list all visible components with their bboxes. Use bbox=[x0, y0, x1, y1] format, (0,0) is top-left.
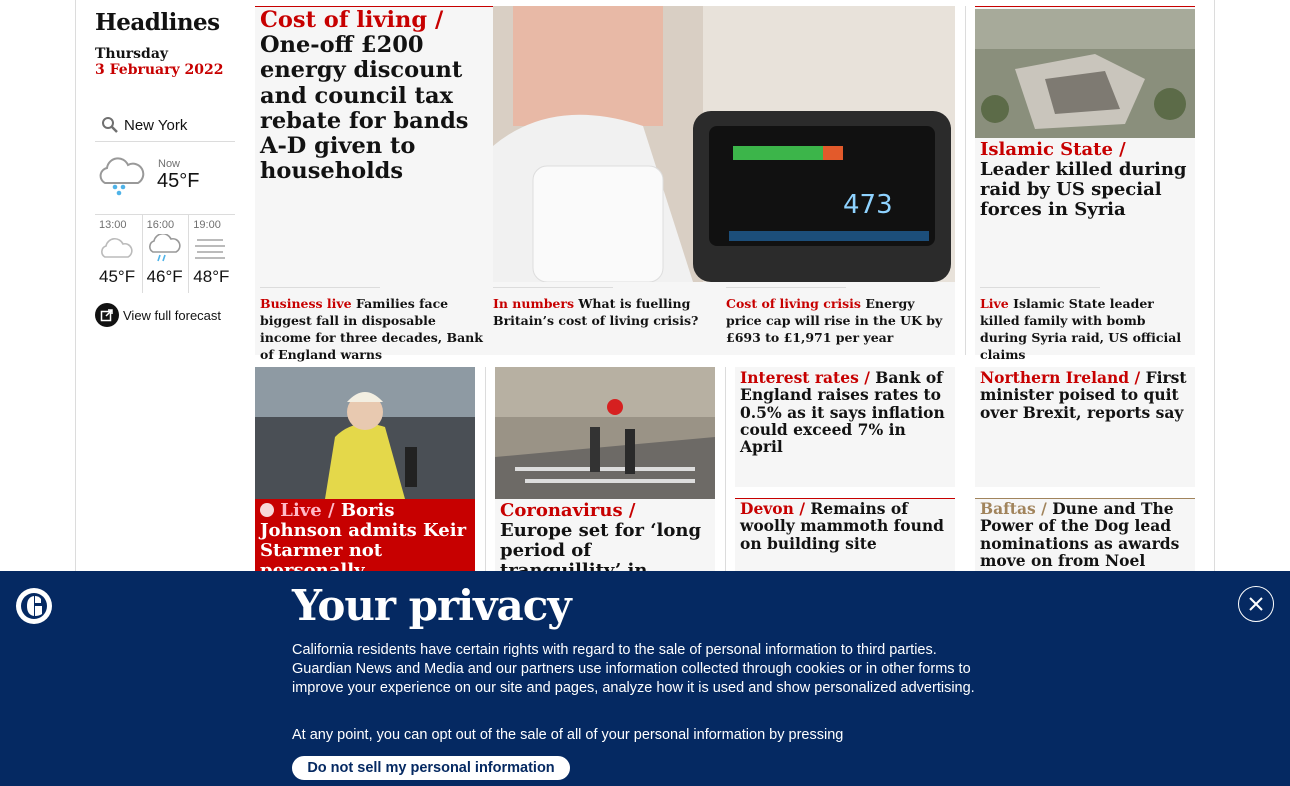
story-headline[interactable]: Leader killed during raid by US special … bbox=[980, 159, 1187, 221]
main-sub-link[interactable]: Business live Families face biggest fall… bbox=[260, 287, 485, 364]
johnson-story-image[interactable] bbox=[255, 367, 475, 499]
forecast-slot: 13:00 45°F bbox=[95, 215, 142, 293]
covid-story-image[interactable] bbox=[495, 367, 715, 499]
guardian-logo-icon bbox=[16, 588, 52, 624]
forecast-temp: 46°F bbox=[146, 267, 183, 286]
ni-story-card[interactable]: Northern Ireland / First minister poised… bbox=[975, 367, 1195, 487]
weather-now: Now 45°F bbox=[95, 152, 235, 198]
day-label: Thursday bbox=[95, 46, 169, 62]
devon-headline[interactable]: Devon / Remains of woolly mammoth found … bbox=[740, 500, 952, 552]
privacy-paragraph: California residents have certain rights… bbox=[292, 642, 975, 696]
sub-text[interactable]: Islamic State leader killed family with … bbox=[980, 296, 1181, 362]
svg-text:473: 473 bbox=[843, 190, 893, 220]
baftas-story-card[interactable]: Baftas / Dune and The Power of the Dog l… bbox=[975, 498, 1195, 578]
now-label: Now bbox=[158, 157, 181, 170]
column-divider bbox=[485, 367, 486, 571]
main-sub-link[interactable]: Cost of living crisis Energy price cap w… bbox=[726, 287, 948, 347]
rain-cloud-icon bbox=[148, 234, 181, 262]
do-not-sell-button[interactable]: Do not sell my personal information bbox=[292, 756, 570, 780]
search-icon bbox=[102, 116, 118, 133]
privacy-banner: Your privacy California residents have c… bbox=[0, 571, 1290, 786]
close-banner-button[interactable] bbox=[1238, 586, 1274, 622]
story-kicker: Devon / bbox=[740, 499, 805, 518]
weather-location[interactable]: New York bbox=[124, 117, 187, 134]
syria-story-image[interactable] bbox=[975, 9, 1195, 138]
story-kicker: Coronavirus / bbox=[500, 500, 636, 521]
syria-story-card[interactable]: Islamic State / Leader killed during rai… bbox=[975, 6, 1195, 362]
weather-location-search[interactable]: New York bbox=[95, 116, 235, 142]
covid-story-card[interactable]: Coronavirus / Europe set for ‘long perio… bbox=[495, 367, 715, 581]
story-kicker: Baftas / bbox=[980, 499, 1047, 518]
johnson-story-card[interactable]: Live / Boris Johnson admits Keir Starmer… bbox=[255, 367, 475, 581]
column-divider bbox=[965, 6, 966, 355]
story-kicker: Northern Ireland / bbox=[980, 368, 1141, 387]
cloud-icon bbox=[101, 238, 133, 258]
now-temperature: 45°F bbox=[157, 169, 200, 192]
main-story-image[interactable]: 473 bbox=[493, 6, 955, 282]
forecast-slot: 16:00 46°F bbox=[141, 215, 189, 293]
covid-headline[interactable]: Coronavirus / Europe set for ‘long perio… bbox=[500, 500, 712, 582]
forecast-time: 16:00 bbox=[146, 219, 175, 231]
column-divider bbox=[725, 367, 726, 571]
rain-cloud-icon bbox=[99, 157, 145, 196]
devon-story-card[interactable]: Devon / Remains of woolly mammoth found … bbox=[735, 498, 955, 578]
view-full-forecast-link[interactable]: View full forecast bbox=[95, 303, 235, 327]
forecast-time: 13:00 bbox=[99, 219, 127, 231]
forecast-temp: 48°F bbox=[193, 267, 230, 286]
sub-kicker: In numbers bbox=[493, 296, 575, 311]
ni-headline[interactable]: Northern Ireland / First minister poised… bbox=[980, 369, 1192, 421]
syria-headline[interactable]: Islamic State / Leader killed during rai… bbox=[980, 139, 1192, 221]
privacy-optout-text: At any point, you can opt out of the sal… bbox=[292, 727, 844, 743]
main-story-card[interactable]: Cost of living / One-off £200 energy dis… bbox=[255, 6, 955, 362]
sub-kicker: Business live bbox=[260, 296, 352, 311]
fog-icon bbox=[195, 239, 226, 259]
johnson-headline[interactable]: Live / Boris Johnson admits Keir Starmer… bbox=[260, 500, 472, 582]
rates-story-card[interactable]: Interest rates / Bank of England raises … bbox=[735, 367, 955, 487]
rates-headline[interactable]: Interest rates / Bank of England raises … bbox=[740, 369, 952, 456]
story-kicker: Islamic State / bbox=[980, 139, 1126, 160]
section-title: Headlines bbox=[95, 9, 220, 36]
close-icon bbox=[1249, 597, 1263, 611]
main-sub-link[interactable]: In numbers What is fuelling Britain’s co… bbox=[493, 287, 713, 330]
forecast-time: 19:00 bbox=[193, 219, 221, 231]
privacy-title: Your privacy bbox=[292, 581, 572, 630]
baftas-headline[interactable]: Baftas / Dune and The Power of the Dog l… bbox=[980, 500, 1192, 578]
headlines-sidebar: Headlines Thursday 3 February 2022 New Y… bbox=[95, 0, 235, 327]
full-forecast-label[interactable]: View full forecast bbox=[123, 308, 221, 323]
story-kicker: Live / bbox=[280, 500, 335, 521]
main-headline[interactable]: Cost of living / One-off £200 energy dis… bbox=[260, 7, 485, 184]
story-headline[interactable]: One-off £200 energy discount and council… bbox=[260, 32, 468, 184]
sub-kicker: Live bbox=[980, 296, 1009, 311]
forecast-slot: 19:00 48°F bbox=[188, 215, 235, 293]
story-kicker: Cost of living / bbox=[260, 7, 444, 33]
external-link-icon bbox=[95, 303, 119, 327]
hourly-forecast: 13:00 45°F 16:00 46°F 19:00 48°F bbox=[95, 214, 235, 293]
date-label: 3 February 2022 bbox=[95, 62, 224, 78]
syria-sub-link[interactable]: Live Islamic State leader killed family … bbox=[980, 287, 1190, 364]
live-dot-icon bbox=[260, 503, 274, 517]
forecast-temp: 45°F bbox=[99, 267, 136, 286]
sub-kicker: Cost of living crisis bbox=[726, 296, 861, 311]
story-kicker: Interest rates / bbox=[740, 368, 870, 387]
